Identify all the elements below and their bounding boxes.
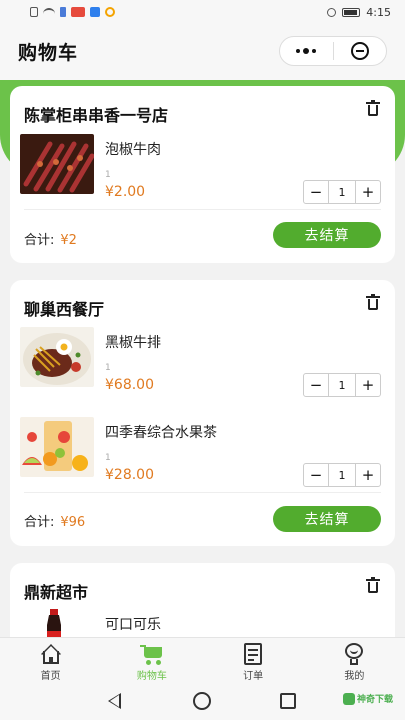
quantity-value[interactable]: 1 xyxy=(328,181,356,203)
more-dot-icon xyxy=(296,49,301,53)
tab-profile[interactable]: 我的 xyxy=(304,638,405,682)
shop-card: 聊巢西餐厅 黑椒牛排 1 ¥68.00 − 1 + 四季春综合水果茶 1 ¥28… xyxy=(10,280,395,546)
profile-icon xyxy=(342,643,366,665)
tab-orders[interactable]: 订单 xyxy=(203,638,304,682)
app-notification-icon xyxy=(71,7,85,17)
item-qty-note: 1 xyxy=(105,170,111,180)
order-icon xyxy=(241,643,265,665)
tab-home[interactable]: 首页 xyxy=(0,638,101,682)
tab-cart[interactable]: 购物车 xyxy=(101,638,202,682)
sim-icon xyxy=(30,7,38,17)
total-amount: ¥2 xyxy=(60,233,77,248)
app-notification-icon-2 xyxy=(90,7,100,17)
cart-item: 黑椒牛排 1 ¥68.00 − 1 + xyxy=(10,327,395,407)
quantity-stepper: − 1 + xyxy=(303,180,381,204)
watermark-text: 神奇下载 xyxy=(357,695,394,705)
quantity-value[interactable]: 1 xyxy=(328,464,356,486)
tab-label: 购物车 xyxy=(136,671,167,682)
item-qty-note: 1 xyxy=(105,363,111,373)
increase-button[interactable]: + xyxy=(356,181,380,203)
trash-icon[interactable] xyxy=(366,577,380,593)
trash-icon[interactable] xyxy=(366,294,380,310)
item-name: 四季春综合水果茶 xyxy=(105,425,217,441)
tab-bar: 首页 购物车 订单 我的 xyxy=(0,637,405,682)
item-price: ¥2.00 xyxy=(105,184,146,200)
home-circle-icon[interactable] xyxy=(193,692,211,710)
decrease-button[interactable]: − xyxy=(304,464,328,486)
status-icons-right: 4:15 xyxy=(327,6,391,19)
wifi-icon xyxy=(43,8,55,16)
product-image xyxy=(20,609,94,637)
mute-icon xyxy=(327,7,337,17)
shop-card: 陈掌柜串串香一号店 泡椒牛肉 1 ¥2.00 − 1 + 合计: ¥2 去结算 xyxy=(10,86,395,263)
status-time: 4:15 xyxy=(366,5,391,19)
total-row: 合计: ¥2 xyxy=(24,229,77,248)
product-image xyxy=(20,327,94,387)
product-image xyxy=(20,134,94,194)
decrease-button[interactable]: − xyxy=(304,374,328,396)
cart-item: 四季春综合水果茶 1 ¥28.00 − 1 + xyxy=(10,417,395,497)
quantity-stepper: − 1 + xyxy=(303,373,381,397)
cart-list[interactable]: 陈掌柜串串香一号店 泡椒牛肉 1 ¥2.00 − 1 + 合计: ¥2 去结算 … xyxy=(0,80,405,637)
watermark-logo-icon xyxy=(343,692,355,705)
close-button[interactable] xyxy=(333,37,386,65)
shop-name: 聊巢西餐厅 xyxy=(24,300,105,319)
total-label: 合计: xyxy=(24,515,55,530)
quantity-stepper: − 1 + xyxy=(303,463,381,487)
shop-card: 鼎新超市 可口可乐 xyxy=(10,563,395,637)
cart-item: 可口可乐 xyxy=(10,609,395,637)
header: 购物车 xyxy=(0,24,405,80)
bluetooth-icon xyxy=(60,7,66,17)
total-row: 合计: ¥96 xyxy=(24,511,85,530)
app-notification-icon-3 xyxy=(105,7,115,17)
divider xyxy=(24,209,381,210)
tab-label: 首页 xyxy=(40,671,61,682)
checkout-button[interactable]: 去结算 xyxy=(273,506,381,532)
shop-name: 鼎新超市 xyxy=(24,583,89,602)
tab-label: 订单 xyxy=(243,671,264,682)
checkout-button[interactable]: 去结算 xyxy=(273,222,381,248)
more-button[interactable] xyxy=(280,37,333,65)
total-label: 合计: xyxy=(24,233,55,248)
item-name: 泡椒牛肉 xyxy=(105,142,161,158)
cart-icon xyxy=(139,643,164,665)
more-dot-icon xyxy=(303,48,310,54)
recent-apps-icon[interactable] xyxy=(280,693,296,709)
watermark: 神奇下载 xyxy=(343,692,393,705)
shop-name: 陈掌柜串串香一号店 xyxy=(24,106,169,125)
more-dot-icon xyxy=(312,49,317,53)
total-amount: ¥96 xyxy=(60,515,86,530)
mini-program-capsule xyxy=(279,36,387,66)
item-price: ¥28.00 xyxy=(105,467,154,483)
status-bar: 4:15 xyxy=(0,0,405,24)
page-title: 购物车 xyxy=(18,42,79,64)
close-icon xyxy=(350,42,369,60)
divider xyxy=(24,492,381,493)
battery-icon xyxy=(342,7,361,17)
cart-item: 泡椒牛肉 1 ¥2.00 − 1 + xyxy=(10,134,395,214)
home-icon xyxy=(39,643,63,665)
decrease-button[interactable]: − xyxy=(304,181,328,203)
item-price: ¥68.00 xyxy=(105,377,154,393)
increase-button[interactable]: + xyxy=(356,374,380,396)
trash-icon[interactable] xyxy=(366,100,380,116)
item-name: 可口可乐 xyxy=(105,617,161,633)
item-name: 黑椒牛排 xyxy=(105,335,161,351)
back-icon[interactable] xyxy=(108,693,121,709)
item-qty-note: 1 xyxy=(105,453,111,463)
tab-label: 我的 xyxy=(344,671,365,682)
quantity-value[interactable]: 1 xyxy=(328,374,356,396)
system-nav-bar: 神奇下载 xyxy=(0,682,405,720)
status-icons-left xyxy=(30,7,115,17)
increase-button[interactable]: + xyxy=(356,464,380,486)
product-image xyxy=(20,417,94,477)
